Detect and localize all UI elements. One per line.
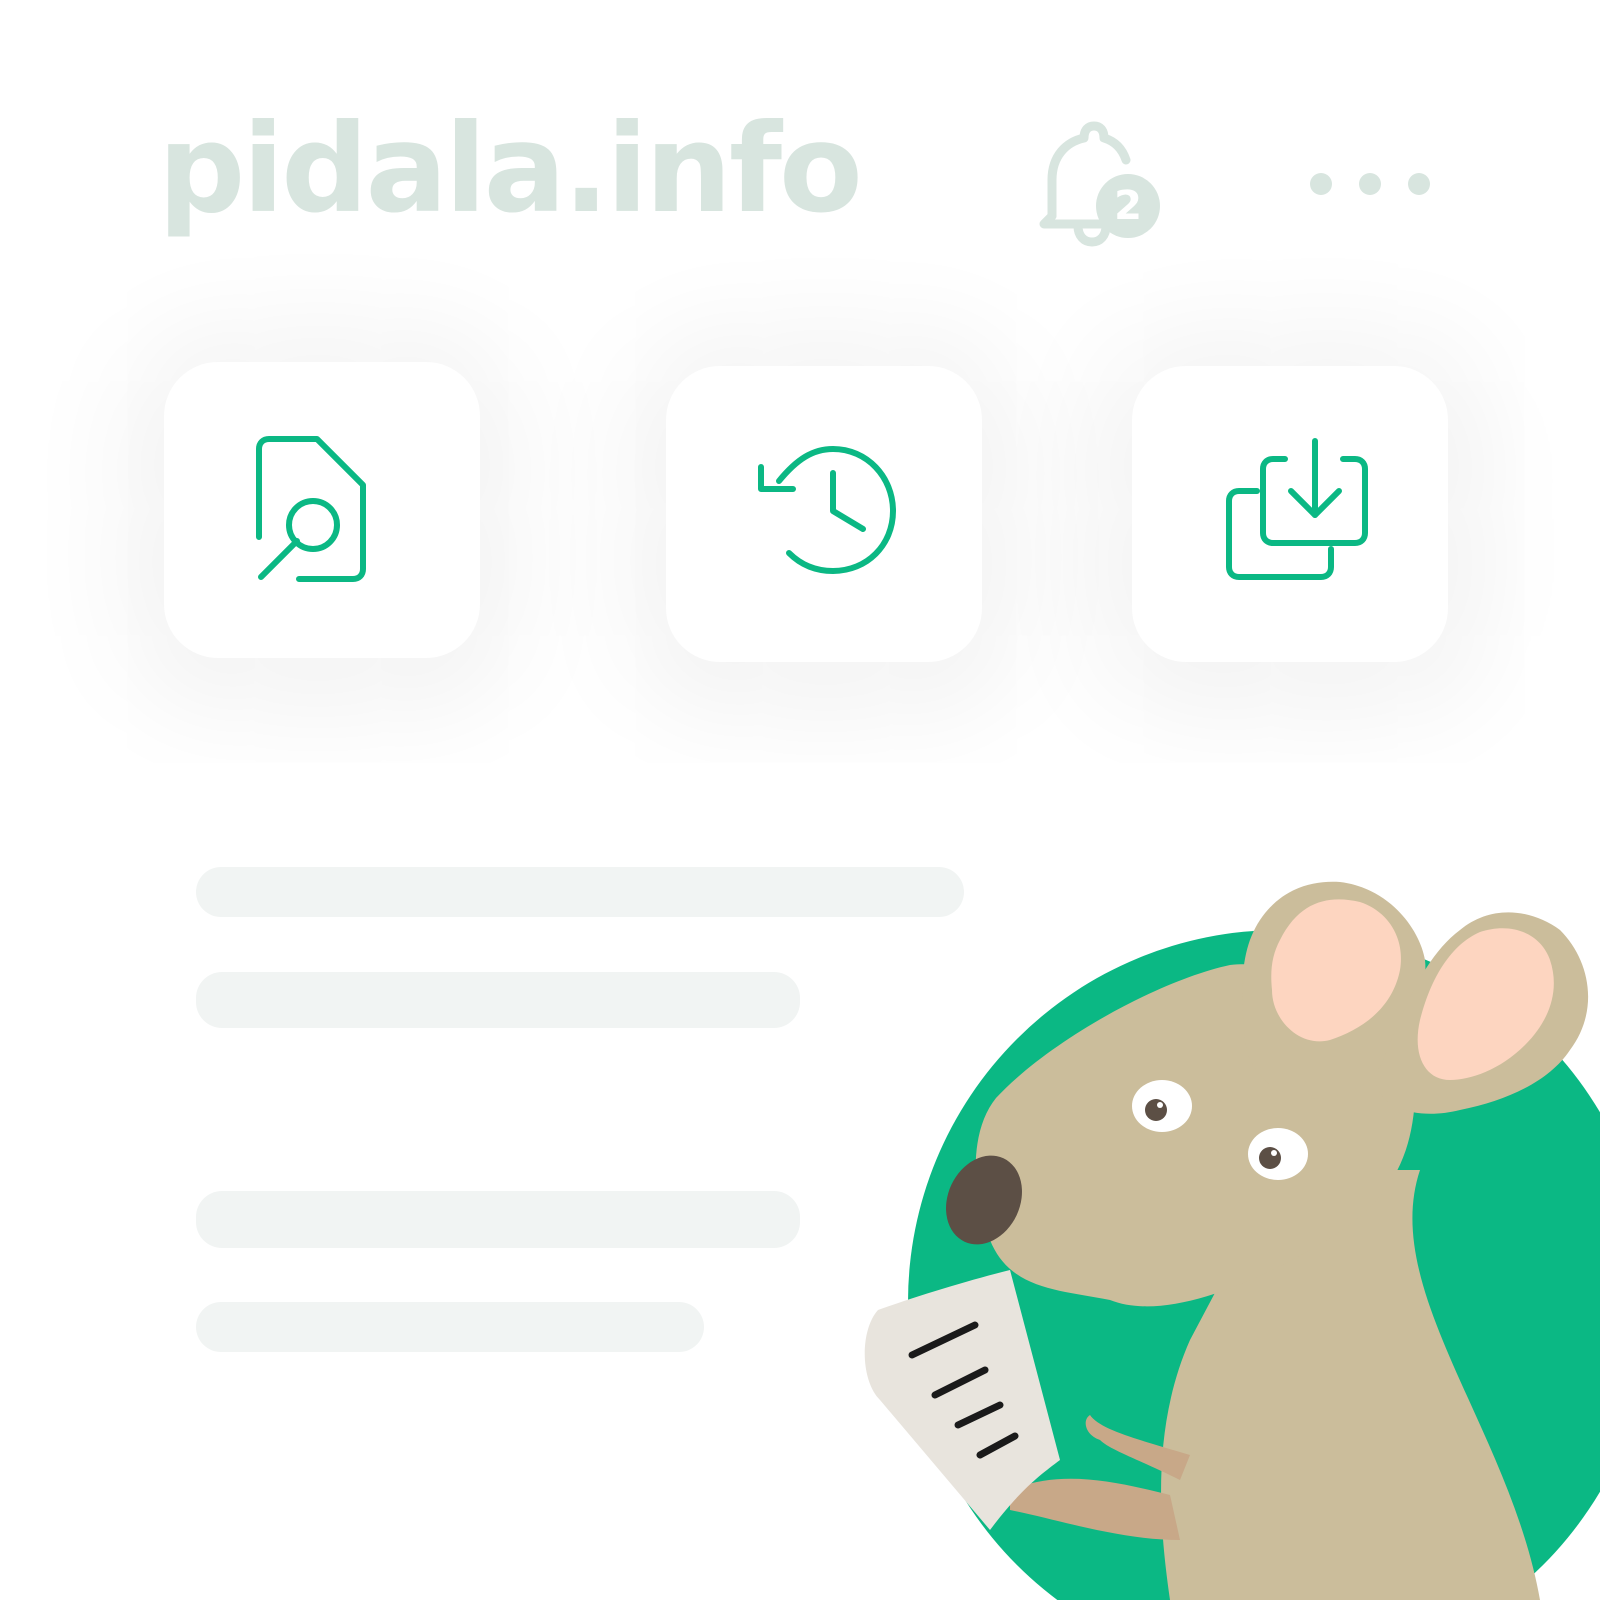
logo[interactable]: pidala.info bbox=[158, 108, 863, 230]
mouse-mascot-icon bbox=[864, 881, 1600, 1600]
more-dot bbox=[1359, 173, 1381, 195]
page: pidala.info 2 bbox=[0, 0, 1600, 1600]
download-card[interactable] bbox=[1132, 366, 1448, 662]
download-copies-icon bbox=[1226, 438, 1368, 580]
notification-badge: 2 bbox=[1096, 174, 1160, 238]
more-dot bbox=[1408, 173, 1430, 195]
history-clock-icon bbox=[758, 446, 896, 574]
skeleton-line bbox=[196, 867, 964, 917]
history-card[interactable] bbox=[666, 366, 982, 662]
skeleton-line bbox=[196, 972, 800, 1028]
skeleton-line bbox=[196, 1302, 704, 1352]
document-search-card[interactable] bbox=[164, 362, 480, 658]
mouse-mascot-illustration bbox=[860, 870, 1600, 1600]
notifications-button[interactable]: 2 bbox=[1020, 112, 1170, 262]
document-search-icon bbox=[256, 436, 366, 582]
more-menu-button[interactable] bbox=[1310, 164, 1430, 204]
more-dot bbox=[1310, 173, 1332, 195]
skeleton-line bbox=[196, 1191, 800, 1248]
